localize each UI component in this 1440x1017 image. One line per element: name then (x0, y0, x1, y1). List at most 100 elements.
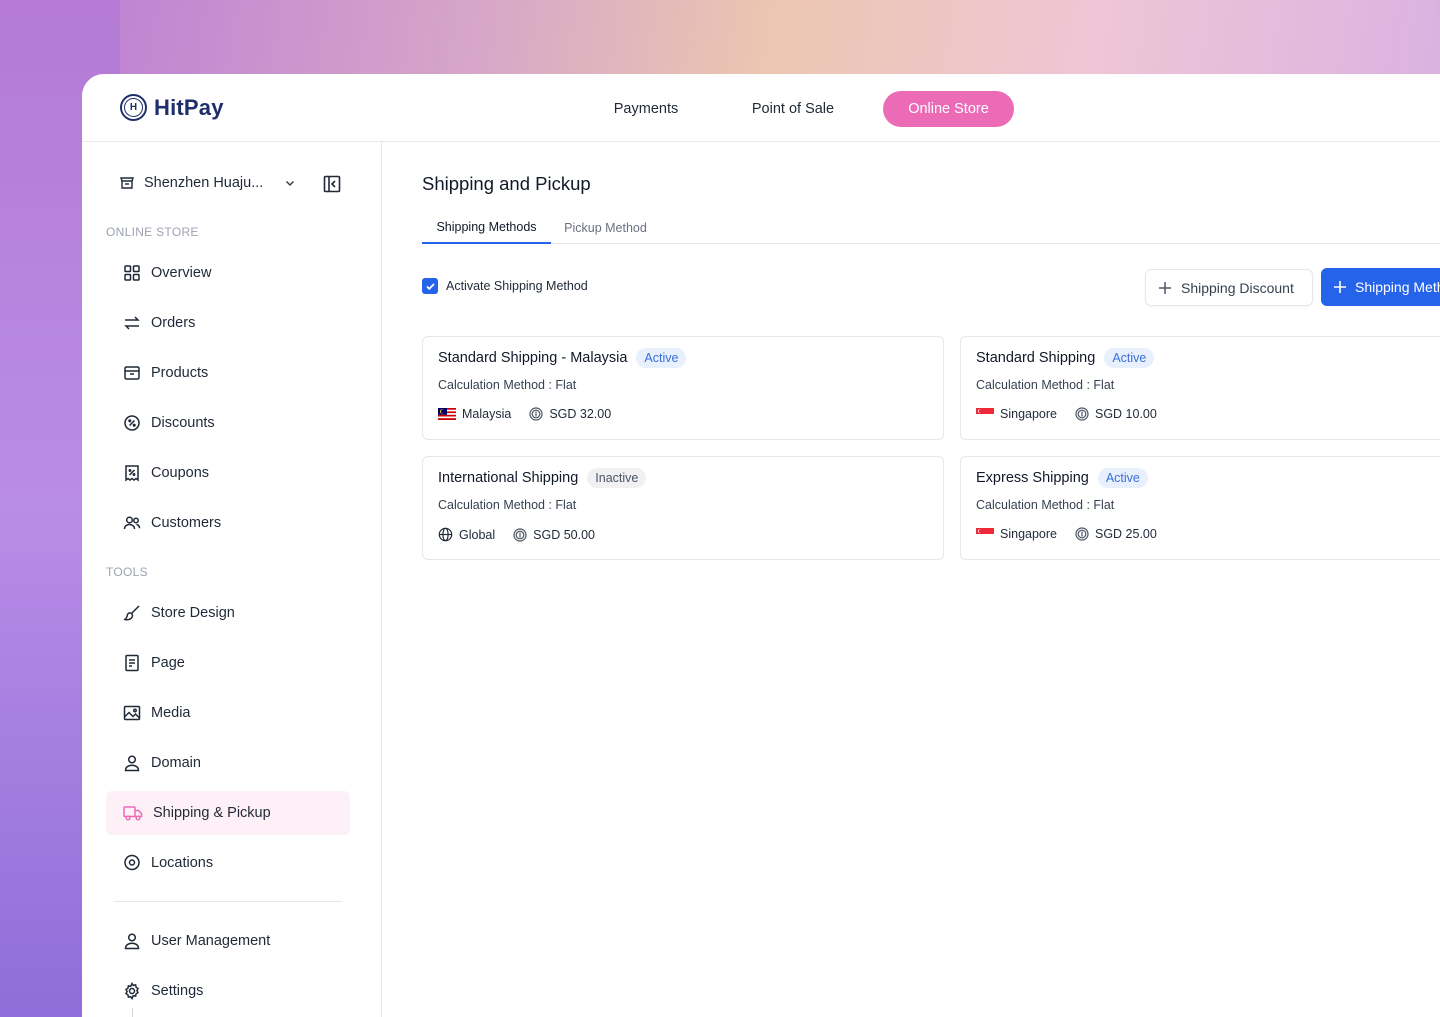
status-badge: Active (636, 348, 687, 368)
hitpay-logo[interactable]: H HitPay (120, 94, 224, 121)
sidebar-item-media[interactable]: Media (106, 691, 350, 735)
sidebar-divider (114, 901, 342, 902)
sidebar-item-user-management[interactable]: User Management (106, 919, 350, 963)
nav-payments[interactable]: Payments (602, 91, 690, 127)
sidebar-scroll-line (132, 1008, 133, 1017)
sidebar-item-label: Store Design (151, 605, 235, 621)
dollar-coin-icon (529, 407, 543, 421)
plus-icon (1159, 281, 1171, 294)
app-window: H HitPay Payments Point of Sale Online S… (82, 74, 1440, 1017)
collapse-sidebar-icon[interactable] (323, 175, 341, 193)
region-name: Malaysia (462, 407, 512, 421)
calculation-method: Calculation Method : Flat (976, 378, 1115, 392)
logo-mark-icon: H (120, 94, 147, 121)
status-badge: Inactive (587, 468, 647, 488)
shipping-method-card[interactable]: International Shipping Inactive Calculat… (422, 456, 944, 560)
store-icon (120, 177, 134, 189)
region-name: Singapore (1000, 527, 1057, 541)
section-label-online-store: ONLINE STORE (106, 225, 199, 239)
shipping-price: SGD 50.00 (533, 527, 595, 542)
location-pin-icon (124, 854, 140, 871)
sidebar-item-products[interactable]: Products (106, 351, 350, 395)
sidebar-item-locations[interactable]: Locations (106, 841, 350, 885)
section-label-tools: TOOLS (106, 565, 148, 579)
globe-icon (438, 527, 453, 542)
tab-shipping-methods[interactable]: Shipping Methods (422, 212, 551, 244)
sidebar-item-coupons[interactable]: Coupons (106, 451, 350, 495)
top-navigation-bar: H HitPay Payments Point of Sale Online S… (82, 74, 1440, 142)
store-name: Shenzhen Huaju... (144, 175, 264, 191)
calculation-method: Calculation Method : Flat (438, 498, 577, 512)
grid-icon (124, 265, 140, 281)
sidebar-item-domain[interactable]: Domain (106, 741, 350, 785)
store-selector[interactable]: Shenzhen Huaju... (119, 175, 296, 191)
status-badge: Active (1097, 468, 1148, 488)
shipping-method-card[interactable]: Express Shipping Active Calculation Meth… (960, 456, 1440, 560)
sidebar-item-label: Orders (151, 315, 196, 331)
card-title: Standard Shipping - Malaysia (438, 350, 628, 366)
malaysia-flag-icon (438, 408, 456, 420)
user-icon (124, 755, 140, 772)
card-title: Standard Shipping (976, 350, 1096, 366)
sidebar-item-store-design[interactable]: Store Design (106, 591, 350, 635)
sidebar-item-label: User Management (151, 933, 271, 949)
percent-badge-icon (124, 415, 140, 431)
sidebar-item-orders[interactable]: Orders (106, 301, 350, 345)
brand-name: HitPay (154, 94, 224, 120)
sidebar-item-label: Locations (151, 855, 214, 871)
shipping-price: SGD 32.00 (549, 407, 612, 421)
page-title: Shipping and Pickup (422, 173, 591, 194)
shipping-price: SGD 10.00 (1095, 407, 1157, 421)
nav-online-store[interactable]: Online Store (883, 91, 1014, 127)
sidebar-item-label: Page (151, 655, 185, 671)
sidebar-item-label: Discounts (151, 415, 215, 431)
nav-point-of-sale[interactable]: Point of Sale (746, 91, 840, 127)
calculation-method: Calculation Method : Flat (438, 378, 577, 392)
users-icon (123, 516, 141, 530)
add-shipping-method-button[interactable]: Shipping Method (1321, 268, 1440, 306)
calculation-method: Calculation Method : Flat (976, 498, 1115, 512)
sidebar-item-label: Media (151, 705, 191, 721)
dollar-coin-icon (1075, 527, 1089, 541)
sidebar-item-label: Shipping & Pickup (153, 805, 271, 821)
sidebar-item-label: Settings (151, 983, 204, 999)
sidebar: Shenzhen Huaju... ONLINE STORE Overview … (82, 142, 382, 1017)
shipping-discount-button[interactable]: Shipping Discount (1145, 269, 1313, 306)
swap-arrows-icon (124, 316, 140, 330)
sidebar-item-discounts[interactable]: Discounts (106, 401, 350, 445)
region-name: Singapore (1000, 407, 1057, 421)
sidebar-item-customers[interactable]: Customers (106, 501, 350, 545)
sidebar-item-label: Products (151, 365, 209, 381)
chevron-down-icon (286, 180, 295, 187)
user-icon (124, 933, 140, 950)
card-title: Express Shipping (976, 470, 1089, 486)
tab-bar: Shipping Methods Pickup Method (422, 212, 1440, 244)
status-badge: Active (1104, 348, 1155, 368)
sidebar-item-label: Domain (151, 755, 201, 771)
activate-shipping-toggle: Activate Shipping Method (422, 278, 588, 294)
sidebar-item-shipping-pickup[interactable]: Shipping & Pickup (106, 791, 350, 835)
coupon-icon (125, 465, 139, 482)
box-icon (124, 366, 140, 380)
plus-icon (1334, 281, 1346, 293)
sidebar-item-page[interactable]: Page (106, 641, 350, 685)
singapore-flag-icon (976, 408, 994, 420)
add-shipping-method-label: Shipping Method (1355, 279, 1440, 295)
dollar-coin-icon (1075, 407, 1089, 421)
image-icon (123, 705, 141, 721)
card-title: International Shipping (438, 470, 579, 486)
sidebar-item-overview[interactable]: Overview (106, 251, 350, 295)
shipping-method-card[interactable]: Standard Shipping - Malaysia Active Calc… (422, 336, 944, 440)
activate-shipping-checkbox[interactable] (422, 278, 438, 294)
page-icon (125, 654, 139, 672)
gear-icon (125, 982, 139, 1000)
sidebar-item-label: Customers (151, 515, 222, 531)
shipping-method-card[interactable]: Standard Shipping Active Calculation Met… (960, 336, 1440, 440)
shipping-price: SGD 25.00 (1095, 527, 1157, 541)
activate-shipping-label: Activate Shipping Method (446, 279, 588, 293)
brush-icon (123, 605, 140, 621)
sidebar-item-settings[interactable]: Settings (106, 969, 350, 1013)
sidebar-item-label: Overview (151, 265, 212, 281)
checkmark-icon (425, 282, 435, 290)
tab-pickup-method[interactable]: Pickup Method (551, 212, 660, 244)
